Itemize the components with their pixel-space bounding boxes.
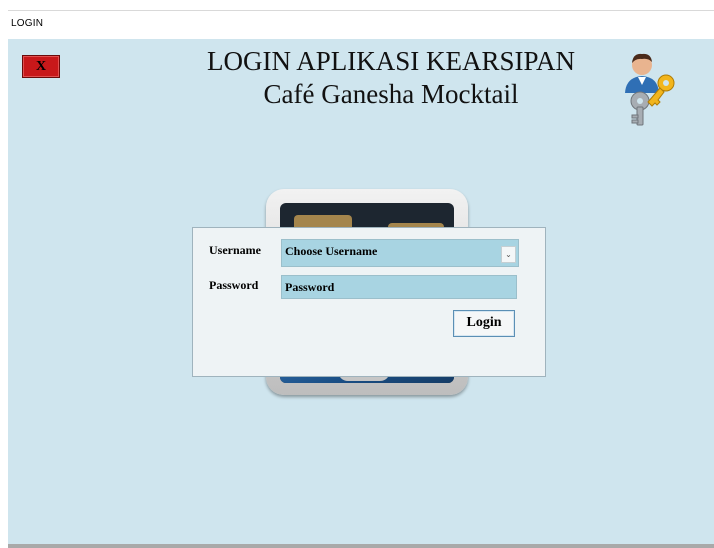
chevron-down-icon[interactable]: ⌄ [501, 246, 516, 263]
close-button[interactable]: X [22, 55, 60, 78]
app-subtitle: Café Ganesha Mocktail [263, 79, 519, 109]
title-bar[interactable]: LOGIN [8, 11, 714, 39]
window-title: LOGIN [11, 18, 44, 29]
login-button[interactable]: Login [453, 310, 515, 337]
window-bottom-border [8, 544, 714, 548]
user-key-icon [625, 53, 675, 126]
login-window: LOGIN X LOGIN APLIKASI KEARSIPAN Café Ga… [8, 10, 714, 548]
username-dropdown[interactable]: Choose Username ⌄ [281, 239, 519, 267]
password-field[interactable] [281, 275, 517, 299]
password-label: Password [209, 278, 259, 292]
login-screen: X LOGIN APLIKASI KEARSIPAN Café Ganesha … [8, 39, 714, 544]
login-form-panel: Username Choose Username ⌄ Password Logi… [192, 227, 546, 377]
app-title: LOGIN APLIKASI KEARSIPAN [206, 46, 576, 76]
username-selected-value: Choose Username [285, 244, 378, 258]
username-label: Username [209, 243, 261, 257]
